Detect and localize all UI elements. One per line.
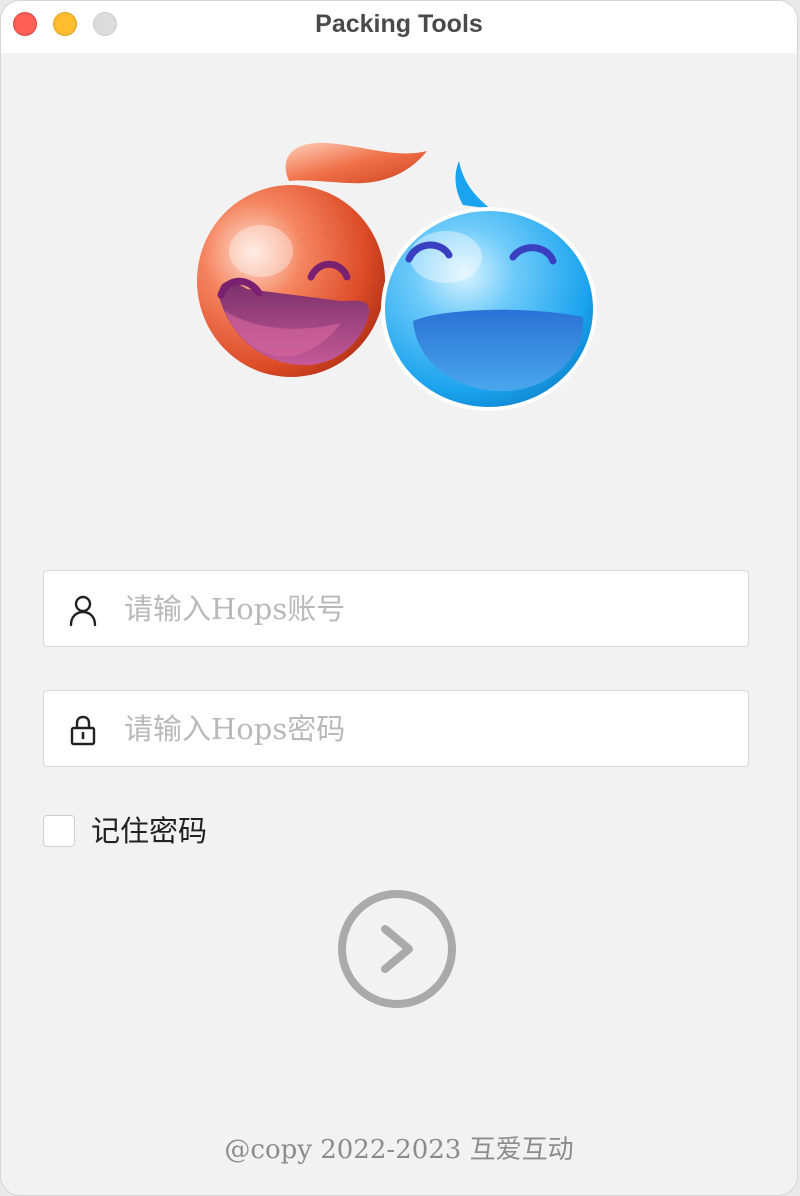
remember-password-label[interactable]: 记住密码 <box>91 813 207 849</box>
remember-password-checkbox[interactable] <box>43 815 75 847</box>
account-field[interactable] <box>43 570 749 647</box>
copyright-footer: @copy 2022-2023 互爱互动 <box>224 1135 574 1165</box>
blue-smiley-icon <box>381 161 597 411</box>
login-window: Packing Tools 请输入Hops账号 记住密码 @copy 2022-… <box>0 0 798 1196</box>
arrow-right-circle-icon <box>338 890 456 1008</box>
login-submit-button[interactable] <box>335 887 459 1011</box>
app-logo <box>197 142 597 411</box>
account-input[interactable] <box>124 571 724 646</box>
title-bar: Packing Tools <box>1 1 797 53</box>
lock-icon <box>70 715 96 746</box>
password-input[interactable] <box>124 691 724 766</box>
window-title: Packing Tools <box>315 10 483 38</box>
password-field[interactable] <box>43 690 749 767</box>
user-icon <box>69 595 97 627</box>
